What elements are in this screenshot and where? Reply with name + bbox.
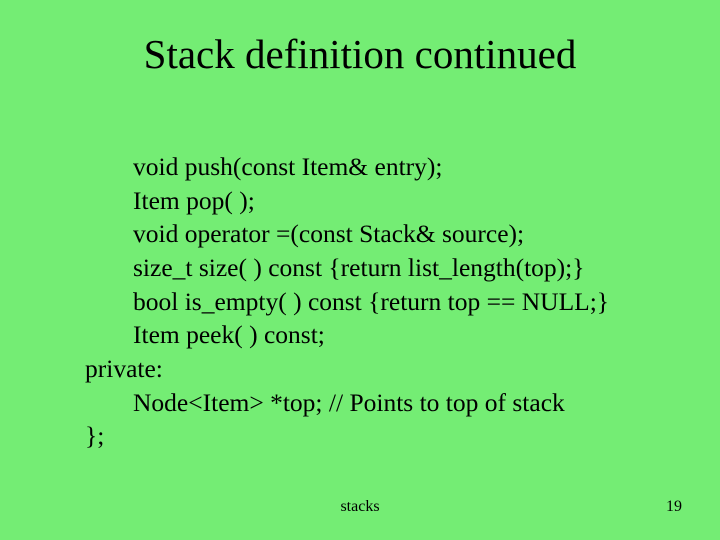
code-line: private:: [85, 352, 685, 386]
code-line: void operator =(const Stack& source);: [133, 217, 685, 251]
footer-label: stacks: [0, 498, 720, 516]
code-line: void push(const Item& entry);: [133, 150, 685, 184]
slide: Stack definition continued void push(con…: [0, 0, 720, 540]
slide-title: Stack definition continued: [0, 30, 720, 78]
slide-body: void push(const Item& entry); Item pop( …: [85, 150, 685, 453]
code-line: Item peek( ) const;: [133, 318, 685, 352]
code-line: size_t size( ) const {return list_length…: [133, 251, 685, 285]
page-number: 19: [666, 498, 682, 516]
code-line: Node<Item> *top; // Points to top of sta…: [133, 386, 685, 420]
code-line: bool is_empty( ) const {return top == NU…: [133, 285, 685, 319]
code-line: Item pop( );: [133, 184, 685, 218]
code-line: };: [85, 419, 685, 453]
